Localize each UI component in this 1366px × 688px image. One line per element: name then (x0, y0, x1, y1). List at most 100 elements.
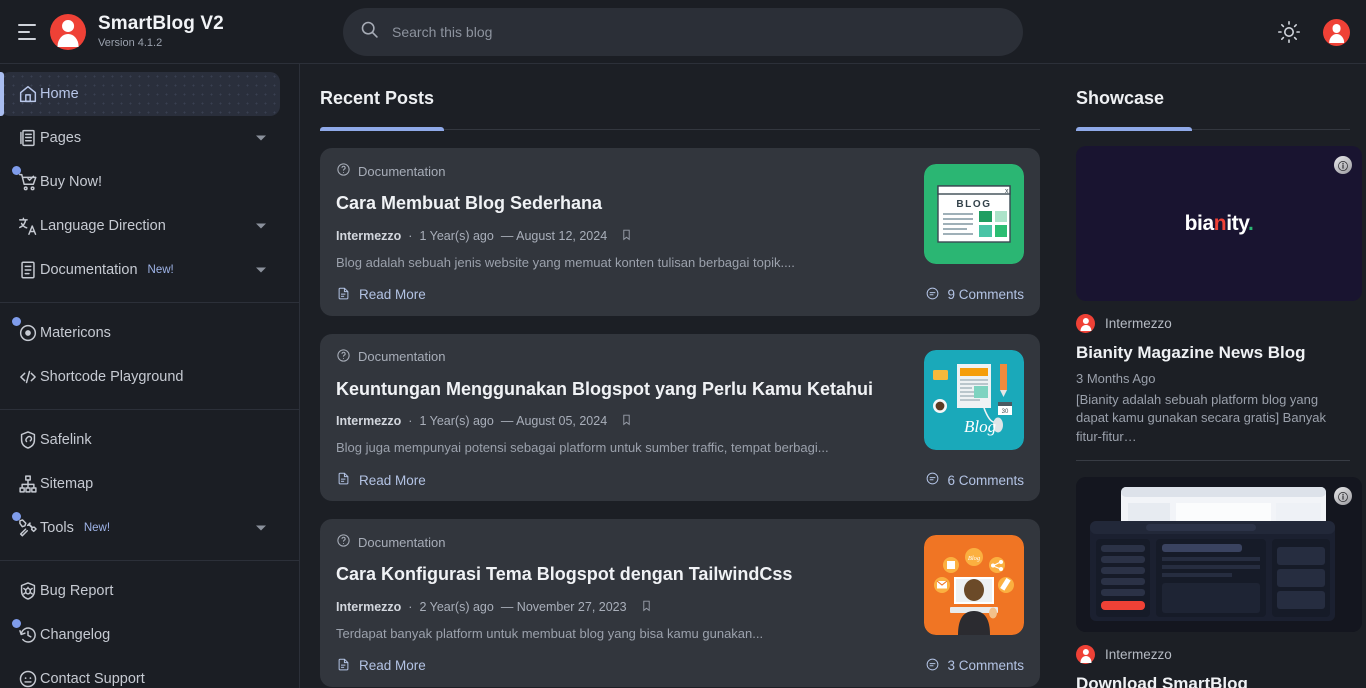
meta-separator: · (408, 228, 413, 243)
svg-text:Blog: Blog (964, 417, 996, 436)
chevron-down-icon[interactable] (256, 525, 266, 531)
comments-link[interactable]: 9 Comments (925, 286, 1024, 304)
bianity-wordmark: bianity. (1184, 211, 1254, 235)
comment-icon (925, 657, 940, 675)
post-card[interactable]: Documentation Keuntungan Menggunakan Blog… (320, 333, 1040, 501)
hamburger-line (18, 23, 36, 26)
post-meta: Intermezzo · 1 Year(s) ago — August 12, 202… (336, 228, 1024, 244)
showcase-title[interactable]: Bianity Magazine News Blog (1076, 343, 1350, 363)
sidebar[interactable]: Home Pages Buy Now! Language Direction Docum… (0, 64, 300, 688)
avatar (1076, 645, 1095, 665)
post-excerpt: Blog juga mempunyai potensi sebagai plat… (336, 440, 829, 455)
search-input[interactable] (380, 8, 1023, 56)
svg-text:30: 30 (1002, 409, 1009, 415)
showcase-title[interactable]: Download SmartBlog (1076, 674, 1350, 688)
showcase-author[interactable]: Intermezzo (1076, 645, 1350, 665)
sidebar-item-changelog[interactable]: Changelog (0, 613, 280, 657)
sidebar-item-label: Safelink (40, 432, 92, 448)
sidebar-item-home[interactable]: Home (0, 72, 280, 116)
chevron-down-icon[interactable] (256, 135, 266, 141)
sidebar-item-label: Shortcode Playground (40, 369, 184, 385)
post-category[interactable]: Documentation (336, 533, 1024, 551)
bookmark-icon[interactable] (620, 228, 633, 244)
post-thumbnail[interactable]: Blog (924, 535, 1024, 635)
search-bar[interactable] (343, 8, 1023, 56)
showcase-card[interactable]: bianity. ⓘ Intermezzo Bianity Magazine News… (1076, 146, 1362, 462)
post-category-label: Documentation (358, 349, 446, 364)
sidebar-item-pages[interactable]: Pages (0, 116, 280, 160)
read-more-button[interactable]: Read More (336, 471, 426, 489)
brand-block[interactable]: SmartBlog V2 Version 4.1.2 (50, 12, 224, 50)
post-thumbnail[interactable]: x BLOG (924, 164, 1024, 264)
recent-posts-header: Recent Posts (320, 64, 1040, 131)
bookmark-icon[interactable] (640, 599, 653, 615)
post-list: Documentation Cara Membuat Blog Sederhana… (320, 148, 1040, 687)
app-header: SmartBlog V2 Version 4.1.2 (0, 0, 1366, 64)
hamburger-icon[interactable] (18, 23, 38, 40)
notification-dot (12, 619, 21, 628)
comments-link[interactable]: 3 Comments (925, 657, 1024, 675)
post-meta: Intermezzo · 2 Year(s) ago — November 27, 2… (336, 599, 1024, 615)
sidebar-item-language-direction[interactable]: Language Direction (0, 204, 280, 248)
comments-count: 9 Comments (947, 287, 1024, 302)
chevron-down-icon[interactable] (256, 223, 266, 229)
showcase-time: 3 Months Ago (1076, 371, 1156, 386)
sun-icon[interactable] (1277, 20, 1301, 44)
bookmark-icon[interactable] (620, 413, 633, 429)
showcase-author[interactable]: Intermezzo (1076, 314, 1350, 333)
tab-recent-posts[interactable]: Recent Posts (320, 88, 1040, 129)
sidebar-item-matericons[interactable]: Matericons (0, 311, 280, 355)
showcase-thumbnail[interactable]: ⓘ (1076, 477, 1362, 633)
post-category-label: Documentation (358, 534, 446, 550)
translate-icon (16, 214, 40, 238)
showcase-thumbnail[interactable]: bianity. ⓘ (1076, 146, 1362, 301)
main-content: Recent Posts Documentation Cara Membuat B… (300, 64, 1060, 688)
chevron-down-icon[interactable] (256, 267, 266, 273)
post-category[interactable]: Documentation (336, 162, 1024, 180)
post-age: 1 Year(s) ago (419, 414, 494, 428)
post-author[interactable]: Intermezzo (336, 414, 401, 428)
tab-showcase[interactable]: Showcase (1076, 88, 1350, 129)
notification-dot (12, 317, 21, 326)
post-author[interactable]: Intermezzo (336, 229, 401, 243)
search-icon (359, 19, 380, 45)
sidebar-item-buy-now[interactable]: Buy Now! (0, 160, 280, 204)
post-card[interactable]: Documentation Cara Membuat Blog Sederhana… (320, 148, 1040, 316)
sidebar-item-contact-support[interactable]: Contact Support (0, 657, 280, 688)
pages-icon (16, 126, 40, 150)
comment-icon (925, 471, 940, 489)
meta-separator: · (408, 414, 413, 428)
post-category[interactable]: Documentation (336, 348, 1024, 366)
showcase-card[interactable]: ⓘ Intermezzo Download SmartBlog (1076, 477, 1362, 688)
bug-shield-icon (16, 579, 40, 603)
sidebar-item-sitemap[interactable]: Sitemap (0, 462, 280, 506)
app-version: Version 4.1.2 (98, 37, 163, 50)
sidebar-item-documentation[interactable]: Documentation New! (0, 248, 280, 292)
post-author[interactable]: Intermezzo (336, 600, 401, 614)
help-circle-icon (336, 348, 351, 366)
post-title[interactable]: Cara Konfigurasi Tema Blogspot dengan Ta… (336, 563, 1024, 586)
article-icon (336, 471, 351, 489)
sidebar-item-shortcode-playground[interactable]: Shortcode Playground (0, 355, 280, 399)
post-thumbnail[interactable]: 30 Blog (924, 349, 1024, 450)
post-card[interactable]: Documentation Cara Konfigurasi Tema Blogs… (320, 519, 1040, 687)
divider (1076, 460, 1350, 462)
notification-dot (12, 166, 21, 175)
post-date: — November 27, 2023 (500, 599, 627, 614)
sidebar-item-tools[interactable]: Tools New! (0, 506, 280, 550)
home-icon (16, 82, 40, 106)
page-title: SmartBlog V2 (98, 12, 224, 34)
sidebar-item-safelink[interactable]: Safelink (0, 418, 280, 462)
sidebar-item-bug-report[interactable]: Bug Report (0, 569, 280, 613)
post-title[interactable]: Keuntungan Menggunakan Blogspot yang Per… (336, 378, 1024, 401)
account-avatar-icon[interactable] (1323, 18, 1350, 46)
read-more-button[interactable]: Read More (336, 657, 426, 675)
sidebar-item-label: Changelog (40, 627, 111, 643)
read-more-button[interactable]: Read More (336, 286, 426, 304)
post-title[interactable]: Cara Membuat Blog Sederhana (336, 192, 1024, 215)
comments-link[interactable]: 6 Comments (925, 471, 1024, 489)
post-age: 1 Year(s) ago (419, 228, 494, 243)
sidebar-item-label: Bug Report (40, 583, 114, 599)
sidebar-group: Home Pages Buy Now! Language Direction Docum… (0, 64, 299, 303)
sidebar-group: Matericons Shortcode Playground (0, 303, 299, 410)
